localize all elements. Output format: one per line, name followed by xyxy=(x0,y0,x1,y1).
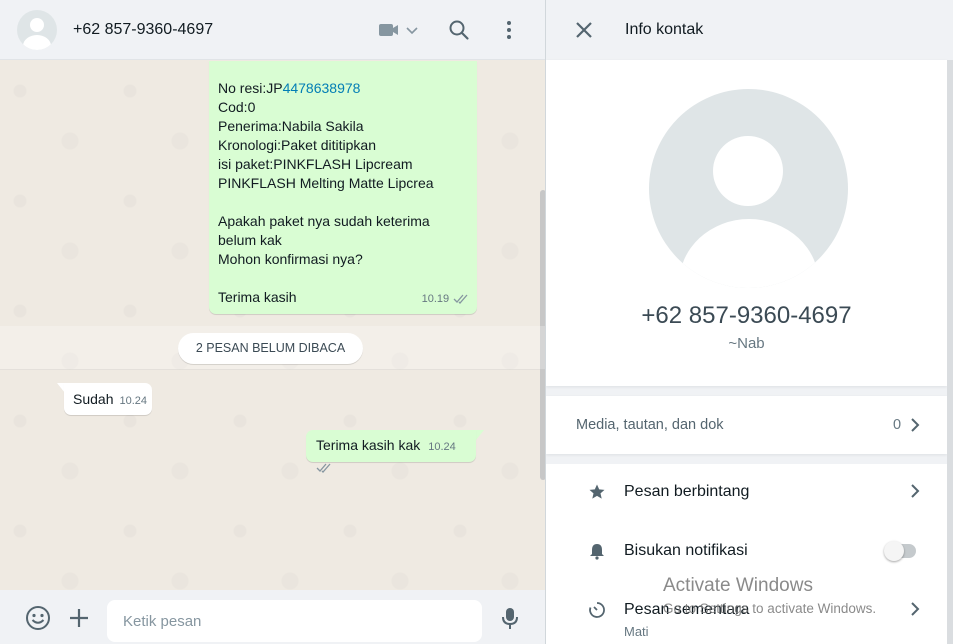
media-count: 0 xyxy=(893,417,902,433)
close-icon[interactable] xyxy=(573,19,595,41)
resi-line: No resi:JP4478638978 xyxy=(218,80,361,96)
unread-banner: 2 PESAN BELUM DIBACA xyxy=(178,333,363,364)
chevron-right-icon xyxy=(911,602,920,616)
timer-icon xyxy=(589,602,605,618)
media-label: Media, tautan, dan dok xyxy=(576,417,724,433)
message-time: 10.19 xyxy=(421,293,450,305)
message-time: 10.24 xyxy=(428,441,456,453)
contact-avatar[interactable] xyxy=(17,10,57,50)
chat-header[interactable]: +62 857-9360-4697 xyxy=(0,0,546,60)
contact-phone: +62 857-9360-4697 xyxy=(641,302,852,329)
watermark-subtitle: Go to Settings to activate Windows. xyxy=(663,601,877,616)
message-line: Apakah paket nya sudah keterima xyxy=(218,213,430,229)
chevron-right-icon xyxy=(911,484,920,498)
message-line: isi paket:PINKFLASH Lipcream xyxy=(218,156,413,172)
profile-card: +62 857-9360-4697 ~Nab xyxy=(546,60,947,386)
message-line: Kronologi:Paket dititipkan xyxy=(218,137,376,153)
star-icon xyxy=(589,484,605,499)
chat-pane: +62 857-9360-4697 No resi:JP4478638978 C… xyxy=(0,0,546,644)
message-line: Penerima:Nabila Sakila xyxy=(218,118,364,134)
activate-windows-watermark: Activate Windows Go to Settings to activ… xyxy=(663,575,876,616)
incoming-message[interactable]: Sudah 10.24 xyxy=(64,383,152,415)
chevron-right-icon xyxy=(911,418,920,432)
message-line: Cod:0 xyxy=(218,99,256,115)
message-text: Terima kasih kak xyxy=(316,437,421,453)
mute-notifications-row[interactable]: Bisukan notifikasi xyxy=(546,523,947,579)
watermark-title: Activate Windows xyxy=(663,575,813,596)
resi-link[interactable]: 4478638978 xyxy=(283,80,361,96)
row-label: Pesan berbintang xyxy=(624,483,750,500)
bell-icon xyxy=(590,544,604,560)
contact-info-pane: Info kontak +62 857-9360-4697 ~Nab Media… xyxy=(546,0,953,644)
menu-icon[interactable] xyxy=(497,18,521,42)
emoji-icon[interactable] xyxy=(25,605,51,631)
compose-bar xyxy=(0,590,546,644)
row-label: Bisukan notifikasi xyxy=(624,542,748,559)
read-ticks-icon xyxy=(316,463,331,473)
message-line: belum kak xyxy=(218,232,282,248)
message-meta: 10.19 xyxy=(422,288,469,309)
message-text: Sudah xyxy=(73,391,114,407)
outgoing-message[interactable]: No resi:JP4478638978 Cod:0 Penerima:Nabi… xyxy=(209,61,477,314)
profile-avatar[interactable] xyxy=(649,89,848,288)
microphone-icon[interactable] xyxy=(497,605,523,631)
attach-plus-icon[interactable] xyxy=(66,605,92,631)
settings-card: Pesan berbintang Bisukan notifikasi Pesa… xyxy=(546,464,947,644)
message-line: Mohon konfirmasi nya? xyxy=(218,251,363,267)
read-ticks-icon xyxy=(453,294,468,304)
starred-messages-row[interactable]: Pesan berbintang xyxy=(546,464,947,520)
info-header: Info kontak xyxy=(546,0,953,60)
outgoing-message[interactable]: Terima kasih kak 10.24 xyxy=(306,430,476,473)
media-links-docs[interactable]: Media, tautan, dan dok 0 xyxy=(546,396,947,454)
info-scrollbar[interactable] xyxy=(947,60,953,644)
contact-alias: ~Nab xyxy=(728,335,765,352)
mute-toggle[interactable] xyxy=(884,541,916,561)
message-input[interactable] xyxy=(107,600,482,642)
message-line: PINKFLASH Melting Matte Lipcrea xyxy=(218,175,434,191)
row-sublabel: Mati xyxy=(624,624,649,639)
search-icon[interactable] xyxy=(447,18,471,42)
info-title: Info kontak xyxy=(625,21,704,38)
message-time: 10.24 xyxy=(119,395,148,407)
video-call-icon[interactable] xyxy=(377,18,421,42)
chat-title[interactable]: +62 857-9360-4697 xyxy=(73,21,213,39)
